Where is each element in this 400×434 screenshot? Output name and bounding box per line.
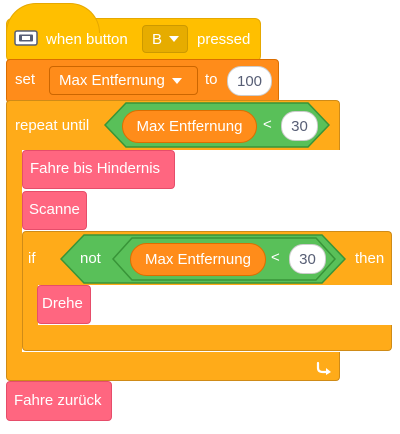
scan-label: Scanne xyxy=(29,201,80,218)
drive-back-label: Fahre zurück xyxy=(14,392,102,409)
drive-to-obstacle-label: Fahre bis Hindernis xyxy=(30,160,161,177)
repeat-until-spine xyxy=(6,148,22,356)
button-dropdown[interactable]: B xyxy=(142,25,188,53)
if-max-entfernung-reporter[interactable]: Max Entfernung xyxy=(130,243,266,276)
variable-dropdown[interactable]: Max Entfernung xyxy=(49,66,198,95)
chevron-down-icon xyxy=(169,36,180,42)
then-label: then xyxy=(355,250,385,267)
set-label: set xyxy=(15,71,36,88)
set-value-input[interactable]: 100 xyxy=(227,66,272,96)
hat-cap xyxy=(6,3,100,33)
hat-suffix-label: pressed xyxy=(197,31,251,48)
repeat-until-footer xyxy=(6,352,340,381)
loop-arrow-icon xyxy=(316,361,331,375)
if-label: if xyxy=(28,250,36,267)
button-dropdown-value: B xyxy=(152,30,163,48)
if-less-than-operator: < xyxy=(271,249,280,266)
not-label: not xyxy=(80,250,101,267)
to-label: to xyxy=(205,71,218,88)
brick-icon xyxy=(14,30,38,46)
repeat-value-input[interactable]: 30 xyxy=(281,111,318,141)
variable-dropdown-value: Max Entfernung xyxy=(59,72,165,89)
repeat-until-label: repeat until xyxy=(15,117,90,134)
max-entfernung-reporter[interactable]: Max Entfernung xyxy=(122,110,257,143)
turn-label: Drehe xyxy=(42,295,83,312)
if-spine xyxy=(22,283,38,328)
hat-prefix-label: when button xyxy=(46,31,128,48)
if-value-input[interactable]: 30 xyxy=(289,244,326,274)
chevron-down-icon xyxy=(171,77,182,84)
if-footer xyxy=(22,325,392,351)
less-than-operator: < xyxy=(263,116,272,133)
